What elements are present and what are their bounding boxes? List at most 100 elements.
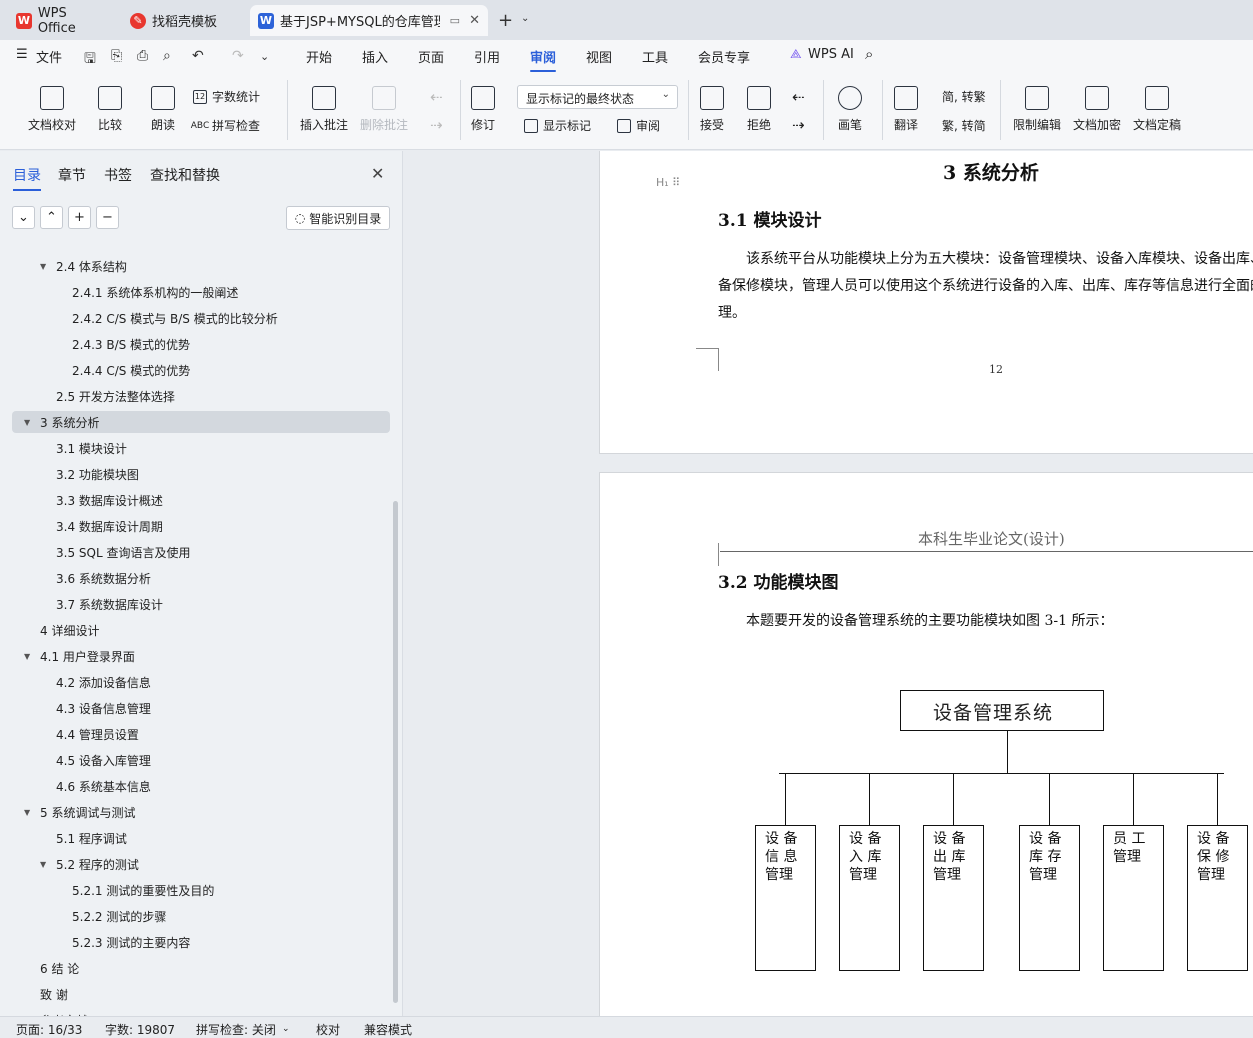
toc-item[interactable]: 5.2.2 测试的步骤: [56, 905, 166, 927]
menu-reference[interactable]: 引用: [474, 47, 500, 66]
tab-find-replace[interactable]: 查找和替换: [150, 165, 220, 185]
toc-item[interactable]: 4.3 设备信息管理: [40, 697, 151, 719]
toc-item[interactable]: 3.3 数据库设计概述: [40, 489, 163, 511]
toc-item[interactable]: 2.4.2 C/S 模式与 B/S 模式的比较分析: [56, 307, 278, 329]
toc-item[interactable]: 3.6 系统数据分析: [40, 567, 151, 589]
accept-button[interactable]: 接受: [700, 86, 724, 133]
tab-bookmarks[interactable]: 书签: [104, 165, 132, 185]
translate-button[interactable]: 翻译: [894, 86, 918, 133]
reject-button[interactable]: 拒绝: [747, 86, 771, 133]
menu-review[interactable]: 审阅: [530, 47, 557, 72]
spell-check-button[interactable]: ABC 拼写检查: [191, 117, 260, 134]
toc-scrollbar[interactable]: [393, 501, 398, 1003]
compare-button[interactable]: 比较: [98, 86, 122, 133]
toc-item[interactable]: 5.2.1 测试的重要性及目的: [56, 879, 214, 901]
next-change-icon[interactable]: ⇢: [792, 116, 805, 134]
menu-insert[interactable]: 插入: [362, 47, 388, 66]
menu-wps-ai[interactable]: WPS AI: [808, 47, 854, 62]
heading-marker-icon[interactable]: H₁ ⠿: [656, 176, 680, 189]
expand-triangle-icon[interactable]: ▼: [40, 860, 50, 869]
remove-heading-icon[interactable]: −: [96, 206, 119, 229]
doc-check-button[interactable]: 文档校对: [28, 86, 76, 133]
print-icon[interactable]: ⎙: [137, 48, 148, 64]
print-preview-icon[interactable]: ⌕: [163, 48, 171, 64]
menu-file[interactable]: 文件: [36, 47, 62, 66]
toc-item[interactable]: ▼ 5.2 程序的测试: [40, 853, 139, 875]
toc-item[interactable]: ▼ 4.1 用户登录界面: [24, 645, 135, 667]
toc-item[interactable]: 4 详细设计: [24, 619, 99, 641]
toc-item[interactable]: 4.5 设备入库管理: [40, 749, 151, 771]
tab-docer[interactable]: ✎ 找稻壳模板: [122, 5, 244, 36]
search-icon[interactable]: ⌕: [865, 45, 873, 63]
new-tab-plus-icon[interactable]: +: [498, 10, 513, 31]
restrict-edit-button[interactable]: 限制编辑: [1013, 86, 1061, 133]
prev-comment-icon[interactable]: ⇠: [430, 88, 443, 106]
collapse-up-icon[interactable]: ⌃: [40, 206, 63, 229]
expand-triangle-icon[interactable]: ▼: [40, 262, 50, 271]
to-traditional-button[interactable]: 简, 转繁: [942, 88, 986, 105]
chevron-down-icon[interactable]: ⌄: [260, 50, 269, 63]
toc-item[interactable]: 致 谢: [24, 983, 68, 1005]
add-heading-icon[interactable]: +: [68, 206, 91, 229]
menu-home[interactable]: 开始: [306, 47, 332, 66]
tab-document[interactable]: W 基于JSP+MYSQL的仓库管理系 ▭ ✕: [250, 5, 488, 36]
tab-wps-office[interactable]: W WPS Office: [8, 5, 116, 36]
toc-item[interactable]: 3.2 功能模块图: [40, 463, 139, 485]
export-icon[interactable]: ⎘: [111, 48, 122, 64]
delete-comment-button[interactable]: 删除批注: [360, 86, 408, 133]
chevron-down-icon[interactable]: ⌄: [521, 13, 529, 24]
status-page[interactable]: 页面: 16/33: [16, 1021, 82, 1038]
status-proofread[interactable]: 校对: [316, 1021, 340, 1038]
menu-member[interactable]: 会员专享: [698, 47, 750, 66]
prev-change-icon[interactable]: ⇠: [792, 88, 805, 106]
word-count-button[interactable]: 12 字数统计: [193, 88, 260, 105]
document-canvas[interactable]: H₁ ⠿ 3 系统分析 3.1 模块设计 该系统平台从功能模块上分为五大模块：设…: [404, 151, 1253, 1016]
encrypt-button[interactable]: 文档加密: [1073, 86, 1121, 133]
tab-sections[interactable]: 章节: [58, 165, 86, 185]
toc-item[interactable]: 3.1 模块设计: [40, 437, 127, 459]
toc-item[interactable]: 5.2.3 测试的主要内容: [56, 931, 190, 953]
save-icon[interactable]: 🖫: [84, 48, 96, 72]
finalize-button[interactable]: 文档定稿: [1133, 86, 1181, 133]
menu-view[interactable]: 视图: [586, 47, 612, 66]
close-icon[interactable]: ✕: [371, 164, 384, 183]
read-aloud-button[interactable]: 朗读: [151, 86, 175, 133]
show-markup-button[interactable]: 显示标记: [524, 117, 591, 134]
next-comment-icon[interactable]: ⇢: [430, 116, 443, 134]
expand-down-icon[interactable]: ⌄: [12, 206, 35, 229]
review-pane-button[interactable]: 审阅: [617, 117, 660, 134]
tab-toc[interactable]: 目录: [13, 165, 41, 191]
toc-item[interactable]: 3.5 SQL 查询语言及使用: [40, 541, 190, 563]
toc-item[interactable]: ▼ 2.4 体系结构: [40, 255, 127, 277]
status-spell-check[interactable]: 拼写检查: 关闭: [196, 1021, 276, 1038]
toc-item[interactable]: 4.2 添加设备信息: [40, 671, 151, 693]
smart-toc-button[interactable]: ◌ 智能识别目录: [286, 206, 390, 230]
to-simplified-button[interactable]: 繁, 转简: [942, 117, 986, 134]
redo-icon[interactable]: ↷: [232, 48, 244, 64]
toc-item[interactable]: ▼ 5 系统调试与测试: [24, 801, 135, 823]
markup-display-select[interactable]: 显示标记的最终状态 ⌄: [517, 85, 678, 109]
toc-item[interactable]: 2.4.4 C/S 模式的优势: [56, 359, 190, 381]
hamburger-icon[interactable]: ☰: [16, 47, 28, 62]
toc-item[interactable]: 5.1 程序调试: [40, 827, 127, 849]
toc-item[interactable]: ▼ 3 系统分析: [12, 411, 390, 433]
menu-page[interactable]: 页面: [418, 47, 444, 66]
close-tab-icon[interactable]: ✕: [469, 13, 480, 28]
pen-button[interactable]: 画笔: [838, 86, 862, 133]
toc-item[interactable]: 4.4 管理员设置: [40, 723, 139, 745]
toc-item[interactable]: 2.4.1 系统体系机构的一般阐述: [56, 281, 238, 303]
insert-comment-button[interactable]: 插入批注: [300, 86, 348, 133]
track-changes-button[interactable]: 修订: [471, 86, 495, 133]
toc-item[interactable]: 2.4.3 B/S 模式的优势: [56, 333, 190, 355]
menu-tools[interactable]: 工具: [642, 47, 668, 66]
toc-item[interactable]: 3.4 数据库设计周期: [40, 515, 163, 537]
expand-triangle-icon[interactable]: ▼: [24, 652, 34, 661]
toc-item[interactable]: 2.5 开发方法整体选择: [40, 385, 175, 407]
toc-item[interactable]: 6 结 论: [24, 957, 79, 979]
undo-icon[interactable]: ↶: [192, 48, 204, 64]
status-word-count[interactable]: 字数: 19807: [105, 1021, 175, 1038]
expand-triangle-icon[interactable]: ▼: [24, 418, 34, 427]
toc-item[interactable]: 3.7 系统数据库设计: [40, 593, 163, 615]
chevron-down-icon[interactable]: ⌄: [282, 1024, 290, 1034]
toc-item[interactable]: 4.6 系统基本信息: [40, 775, 151, 797]
